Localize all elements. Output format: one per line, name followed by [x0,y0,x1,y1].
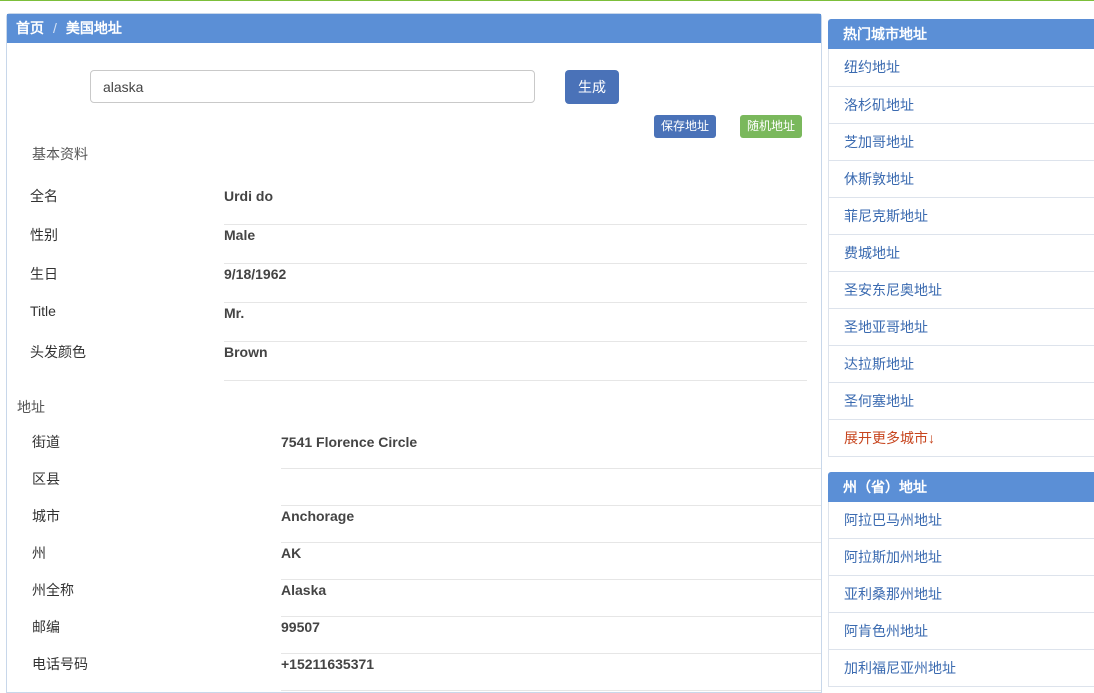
basic-info-row: 性别 Male [30,225,810,264]
field-label: 街道 [32,434,60,450]
states-panel: 州（省）地址 阿拉巴马州地址 阿拉斯加州地址 亚利桑那州地址 阿肯色州地址 加利福尼亚州… [828,472,1094,687]
field-label: 州全称 [32,582,74,598]
field-label: Title [30,303,56,319]
state-link[interactable]: 阿拉巴马州地址 [828,502,1094,539]
city-link[interactable]: 菲尼克斯地址 [828,198,1094,235]
address-row: 街道 7541 Florence Circle [32,432,822,471]
more-cities-link[interactable]: 展开更多城市↓ [828,420,1094,457]
state-link[interactable]: 加利福尼亚州地址 [828,650,1094,687]
field-value: 9/18/1962 [224,264,807,303]
city-link[interactable]: 圣地亚哥地址 [828,309,1094,346]
field-value: +15211635371 [281,654,821,691]
field-value: 7541 Florence Circle [281,432,821,469]
address-row: 邮编 99507 [32,617,822,656]
address-row: 区县 [32,469,822,508]
field-label: 区县 [32,471,60,487]
hot-cities-panel: 热门城市地址 纽约地址 洛杉矶地址 芝加哥地址 休斯敦地址 菲尼克斯地址 费城地址 圣安东尼… [828,19,1094,457]
field-label: 生日 [30,266,58,282]
field-label: 邮编 [32,619,60,635]
field-label: 州 [32,545,46,561]
basic-info-row: 头发颜色 Brown [30,342,810,381]
field-value [281,469,821,506]
field-label: 性别 [30,227,58,243]
state-link[interactable]: 阿肯色州地址 [828,613,1094,650]
field-value: Urdi do [224,186,807,225]
city-link[interactable]: 洛杉矶地址 [828,87,1094,124]
main-panel: 首页 / 美国地址 生成 保存地址 随机地址 基本资料 全名 Urdi do 性别 Mal… [6,13,822,693]
hot-cities-title: 热门城市地址 [828,19,1094,49]
save-address-button[interactable]: 保存地址 [654,115,717,138]
address-row: 城市 Anchorage [32,506,822,545]
state-link[interactable]: 亚利桑那州地址 [828,576,1094,613]
random-address-button[interactable]: 随机地址 [740,115,803,138]
field-label: 城市 [32,508,60,524]
city-link[interactable]: 休斯敦地址 [828,161,1094,198]
city-link[interactable]: 费城地址 [828,235,1094,272]
address-row: 州 AK [32,543,822,582]
states-title: 州（省）地址 [828,472,1094,502]
field-label: 电话号码 [32,656,88,672]
field-value: 99507 [281,617,821,654]
field-label: 全名 [30,188,58,204]
city-link[interactable]: 圣安东尼奥地址 [828,272,1094,309]
breadcrumb-home[interactable]: 首页 [16,20,44,36]
basic-info-row: 全名 Urdi do [30,186,810,225]
field-label: 头发颜色 [30,344,86,360]
breadcrumb-current: 美国地址 [65,20,122,36]
address-title: 地址 [17,399,45,415]
basic-info-row: Title Mr. [30,303,810,342]
field-value: Anchorage [281,506,821,543]
city-link[interactable]: 达拉斯地址 [828,346,1094,383]
address-row: 州全称 Alaska [32,580,822,619]
breadcrumb: 首页 / 美国地址 [7,14,821,43]
generate-button[interactable]: 生成 [565,70,619,104]
state-link[interactable]: 阿拉斯加州地址 [828,539,1094,576]
city-link[interactable]: 芝加哥地址 [828,124,1094,161]
breadcrumb-separator: / [53,20,57,36]
basic-info-row: 生日 9/18/1962 [30,264,810,303]
search-input[interactable] [90,70,535,103]
field-value: AK [281,543,821,580]
basic-info-title: 基本资料 [32,146,88,162]
field-value: Brown [224,342,807,381]
field-value: Mr. [224,303,807,342]
city-link[interactable]: 纽约地址 [828,49,1094,87]
field-value: Alaska [281,580,821,617]
address-row: 电话号码 +15211635371 [32,654,822,693]
city-link[interactable]: 圣何塞地址 [828,383,1094,420]
field-value: Male [224,225,807,264]
